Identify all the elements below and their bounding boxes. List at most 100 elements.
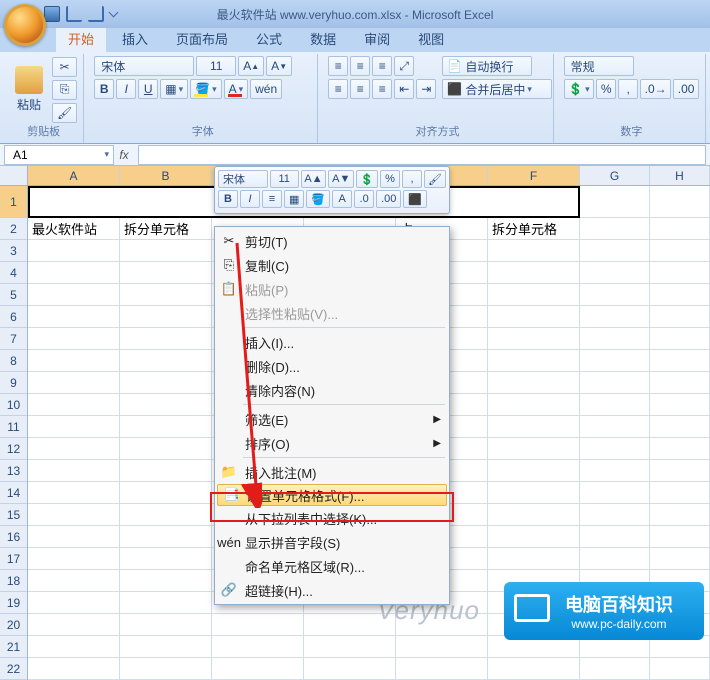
cell-A17[interactable] bbox=[28, 548, 120, 570]
cell-G5[interactable] bbox=[580, 284, 650, 306]
cell-G1[interactable] bbox=[580, 186, 650, 218]
font-size-combo[interactable]: 11 bbox=[196, 56, 236, 76]
cell-A19[interactable] bbox=[28, 592, 120, 614]
cell-B20[interactable] bbox=[120, 614, 212, 636]
row-header-5[interactable]: 5 bbox=[0, 284, 27, 306]
cell-F8[interactable] bbox=[488, 350, 580, 372]
ctx-clear[interactable]: 清除内容(N) bbox=[215, 378, 449, 402]
cell-C20[interactable] bbox=[212, 614, 304, 636]
col-header-B[interactable]: B bbox=[120, 166, 212, 185]
cell-E21[interactable] bbox=[396, 636, 488, 658]
row-header-20[interactable]: 20 bbox=[0, 614, 27, 636]
cell-G4[interactable] bbox=[580, 262, 650, 284]
tab-page-layout[interactable]: 页面布局 bbox=[164, 25, 240, 52]
cell-H3[interactable] bbox=[650, 240, 710, 262]
cell-G14[interactable] bbox=[580, 482, 650, 504]
cell-G17[interactable] bbox=[580, 548, 650, 570]
cell-G8[interactable] bbox=[580, 350, 650, 372]
cell-H11[interactable] bbox=[650, 416, 710, 438]
fx-icon[interactable]: fx bbox=[114, 148, 134, 162]
cell-F9[interactable] bbox=[488, 372, 580, 394]
row-header-4[interactable]: 4 bbox=[0, 262, 27, 284]
grow-font-button[interactable]: A▲ bbox=[238, 56, 264, 76]
ctx-copy[interactable]: ⎘复制(C) bbox=[215, 253, 449, 277]
mini-currency[interactable]: 💲 bbox=[356, 170, 378, 188]
cell-H1[interactable] bbox=[650, 186, 710, 218]
fill-color-button[interactable]: 🪣▾ bbox=[190, 79, 221, 99]
font-name-combo[interactable]: 宋体 bbox=[94, 56, 194, 76]
cell-F12[interactable] bbox=[488, 438, 580, 460]
cell-A13[interactable] bbox=[28, 460, 120, 482]
cell-B6[interactable] bbox=[120, 306, 212, 328]
wrap-text-button[interactable]: 📄 自动换行 bbox=[442, 56, 532, 76]
cell-A3[interactable] bbox=[28, 240, 120, 262]
decrease-indent-button[interactable]: ⇤ bbox=[394, 79, 414, 99]
ctx-format-cells[interactable]: 📑设置单元格格式(F)... bbox=[217, 484, 447, 506]
cell-A2[interactable]: 最火软件站 bbox=[28, 218, 120, 240]
row-header-10[interactable]: 10 bbox=[0, 394, 27, 416]
cell-B18[interactable] bbox=[120, 570, 212, 592]
mini-percent[interactable]: % bbox=[380, 170, 400, 188]
cell-H4[interactable] bbox=[650, 262, 710, 284]
cell-A8[interactable] bbox=[28, 350, 120, 372]
currency-button[interactable]: 💲▾ bbox=[564, 79, 594, 99]
col-header-F[interactable]: F bbox=[488, 166, 580, 185]
col-header-H[interactable]: H bbox=[650, 166, 710, 185]
cell-H7[interactable] bbox=[650, 328, 710, 350]
cell-B3[interactable] bbox=[120, 240, 212, 262]
cell-G16[interactable] bbox=[580, 526, 650, 548]
row-header-7[interactable]: 7 bbox=[0, 328, 27, 350]
cell-H15[interactable] bbox=[650, 504, 710, 526]
comma-button[interactable]: , bbox=[618, 79, 638, 99]
cell-G7[interactable] bbox=[580, 328, 650, 350]
mini-font-combo[interactable]: 宋体 bbox=[218, 170, 268, 188]
ctx-dropdown-select[interactable]: 从下拉列表中选择(K)... bbox=[215, 506, 449, 530]
cell-F10[interactable] bbox=[488, 394, 580, 416]
cell-H9[interactable] bbox=[650, 372, 710, 394]
cell-F5[interactable] bbox=[488, 284, 580, 306]
tab-review[interactable]: 审阅 bbox=[352, 25, 402, 52]
ctx-cut[interactable]: ✂剪切(T) bbox=[215, 229, 449, 253]
cell-H5[interactable] bbox=[650, 284, 710, 306]
cell-F2[interactable]: 拆分单元格 bbox=[488, 218, 580, 240]
cell-B22[interactable] bbox=[120, 658, 212, 680]
ctx-comment[interactable]: 📁插入批注(M) bbox=[215, 460, 449, 484]
cell-G6[interactable] bbox=[580, 306, 650, 328]
ctx-name-range[interactable]: 命名单元格区域(R)... bbox=[215, 554, 449, 578]
cell-B2[interactable]: 拆分单元格 bbox=[120, 218, 212, 240]
name-box[interactable]: A1▾ bbox=[4, 145, 114, 165]
cell-F16[interactable] bbox=[488, 526, 580, 548]
row-header-8[interactable]: 8 bbox=[0, 350, 27, 372]
cell-H22[interactable] bbox=[650, 658, 710, 680]
cell-B10[interactable] bbox=[120, 394, 212, 416]
cell-A11[interactable] bbox=[28, 416, 120, 438]
increase-indent-button[interactable]: ⇥ bbox=[416, 79, 436, 99]
cell-G10[interactable] bbox=[580, 394, 650, 416]
cut-button[interactable]: ✂ bbox=[52, 57, 77, 77]
cell-A18[interactable] bbox=[28, 570, 120, 592]
formula-bar[interactable] bbox=[138, 145, 706, 165]
align-middle-button[interactable]: ≡ bbox=[350, 56, 370, 76]
cell-H10[interactable] bbox=[650, 394, 710, 416]
cell-G13[interactable] bbox=[580, 460, 650, 482]
save-icon[interactable] bbox=[44, 6, 60, 22]
row-header-22[interactable]: 22 bbox=[0, 658, 27, 680]
col-header-A[interactable]: A bbox=[28, 166, 120, 185]
cell-B16[interactable] bbox=[120, 526, 212, 548]
cell-G2[interactable] bbox=[580, 218, 650, 240]
mini-dec-decimal[interactable]: .0 bbox=[354, 190, 374, 208]
italic-button[interactable]: I bbox=[116, 79, 136, 99]
ctx-hyperlink[interactable]: 🔗超链接(H)... bbox=[215, 578, 449, 602]
row-header-15[interactable]: 15 bbox=[0, 504, 27, 526]
cell-F3[interactable] bbox=[488, 240, 580, 262]
row-header-9[interactable]: 9 bbox=[0, 372, 27, 394]
cell-A7[interactable] bbox=[28, 328, 120, 350]
mini-bold[interactable]: B bbox=[218, 190, 238, 208]
tab-data[interactable]: 数据 bbox=[298, 25, 348, 52]
decrease-decimal-button[interactable]: .00 bbox=[673, 79, 699, 99]
underline-button[interactable]: U bbox=[138, 79, 158, 99]
cell-D22[interactable] bbox=[304, 658, 396, 680]
cell-G22[interactable] bbox=[580, 658, 650, 680]
mini-merge[interactable]: ⬛ bbox=[403, 190, 427, 208]
cell-G9[interactable] bbox=[580, 372, 650, 394]
